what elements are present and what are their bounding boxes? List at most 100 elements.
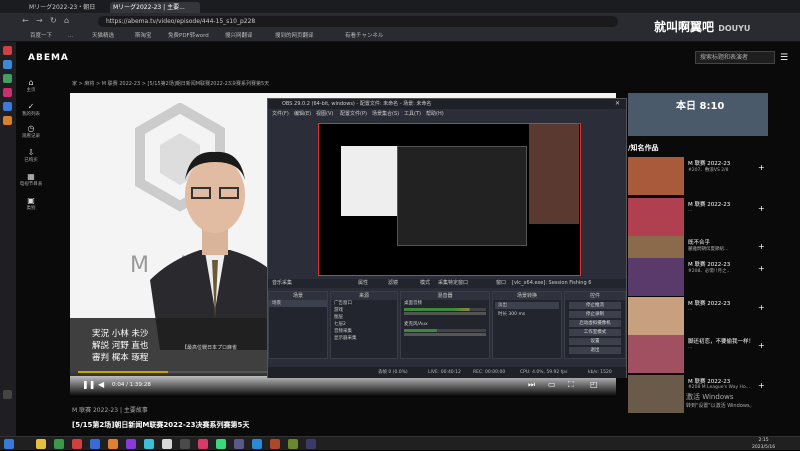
add-icon[interactable]: +: [758, 163, 765, 172]
list-item[interactable]: M 联赛 2022-23 #208、必需!!月之... +: [628, 258, 788, 296]
nav-history[interactable]: ◷ 观看记录: [16, 124, 46, 139]
taskbar-app-icon[interactable]: [162, 439, 172, 449]
obs-menu-item[interactable]: 编辑(E): [294, 109, 311, 119]
search-input[interactable]: 搜索标题和表演者: [695, 51, 775, 64]
list-item[interactable]: M 联赛 2022-23 #207、敷浪VS 2/8 +: [628, 157, 788, 195]
sidebar-red-icon[interactable]: [3, 46, 12, 55]
add-icon[interactable]: +: [758, 242, 765, 251]
home-browser-icon[interactable]: ⌂: [64, 16, 69, 25]
sidebar-pink-icon[interactable]: [3, 88, 12, 97]
obs-toolbar-item[interactable]: 滤镜: [388, 279, 398, 288]
transition-select[interactable]: 淡出: [495, 302, 559, 309]
nav-purchased[interactable]: ⇩ 已购买: [16, 148, 46, 163]
cast-icon[interactable]: ◰: [590, 380, 598, 389]
stop-record-button[interactable]: 停止录制: [569, 311, 621, 318]
taskbar-app-icon[interactable]: [90, 439, 100, 449]
bookmark-item[interactable]: 有看チャンネル: [345, 31, 383, 41]
obs-preview[interactable]: [318, 123, 581, 276]
taskbar-app-icon[interactable]: [180, 439, 190, 449]
taskbar-app-icon[interactable]: [36, 439, 46, 449]
nav-category[interactable]: ▣ 类别: [16, 196, 46, 211]
obs-toolbar-item[interactable]: [vlc_x64.exe]: Session Fishing 6: [512, 279, 591, 288]
taskbar-app-icon[interactable]: [54, 439, 64, 449]
obs-menu-item[interactable]: 文件(F): [272, 109, 289, 119]
taskbar-app-icon[interactable]: [198, 439, 208, 449]
stop-stream-button[interactable]: 停止推流: [569, 302, 621, 309]
bookmark-item[interactable]: 百度一下: [30, 31, 52, 41]
taskbar-app-icon[interactable]: [216, 439, 226, 449]
transition-duration[interactable]: 时长 300 ms: [495, 311, 559, 318]
taskbar-app-icon[interactable]: [126, 439, 136, 449]
close-icon[interactable]: ✕: [615, 100, 620, 107]
bookmark-item[interactable]: 搜兴网翻译: [225, 31, 253, 41]
sidebar-orange-icon[interactable]: [3, 116, 12, 125]
obs-menu-item[interactable]: 工具(T): [404, 109, 421, 119]
pause-icon[interactable]: ❚❚: [82, 380, 95, 389]
fullscreen-icon[interactable]: ⛶: [568, 380, 574, 390]
sidebar-green-icon[interactable]: [3, 74, 12, 83]
taskbar-app-icon[interactable]: [234, 439, 244, 449]
exit-button[interactable]: 退出: [569, 347, 621, 354]
tab-1[interactable]: Mリーグ2022-23・朝日...: [26, 2, 96, 13]
settings-button[interactable]: 设置: [569, 338, 621, 345]
obs-menu-item[interactable]: 场景集合(S): [372, 109, 399, 119]
theater-icon[interactable]: ▭: [548, 380, 556, 389]
taskbar-app-icon[interactable]: [72, 439, 82, 449]
obs-toolbar-item[interactable]: 采集特定窗口: [438, 279, 468, 288]
reload-icon[interactable]: ↻: [50, 16, 57, 25]
add-icon[interactable]: +: [758, 381, 765, 390]
obs-menu-item[interactable]: 视图(V): [316, 109, 333, 119]
breadcrumb[interactable]: 家 > 麻将 > M 联赛 2022-23 > [5/15第2场]朝日新闻M联赛…: [72, 80, 269, 87]
taskbar-app-icon[interactable]: [252, 439, 262, 449]
list-item[interactable]: M 联赛 2022-23... +: [628, 297, 788, 335]
episode-series[interactable]: M 联赛 2022-23 | 主要故事: [72, 405, 148, 414]
taskbar-app-icon[interactable]: [270, 439, 280, 449]
sidebar-bluesq-icon[interactable]: [3, 102, 12, 111]
obs-menu-item[interactable]: 帮助(H): [426, 109, 444, 119]
source-item[interactable]: 音频采集: [331, 328, 397, 335]
add-icon[interactable]: +: [758, 341, 765, 350]
taskbar-app-icon[interactable]: [144, 439, 154, 449]
add-icon[interactable]: +: [758, 204, 765, 213]
volume-slider[interactable]: [404, 333, 486, 336]
taskbar-app-icon[interactable]: [306, 439, 316, 449]
tab-2[interactable]: Mリーグ2022-23 | 主要...: [110, 2, 200, 13]
volume-slider[interactable]: [404, 312, 486, 315]
obs-toolbar-item[interactable]: 属性: [358, 279, 368, 288]
add-icon[interactable]: +: [758, 303, 765, 312]
back-icon[interactable]: ←: [22, 16, 29, 25]
source-item[interactable]: 游戏: [331, 307, 397, 314]
clock[interactable]: 2:15 2023/5/16: [752, 437, 775, 451]
bookmark-item[interactable]: 天猫精选: [92, 31, 114, 41]
virtual-camera-button[interactable]: 启动虚拟摄像机: [569, 320, 621, 327]
nav-home[interactable]: ⌂ 主页: [16, 78, 46, 93]
volume-icon[interactable]: ◀: [98, 380, 104, 389]
forward-icon[interactable]: →: [36, 16, 43, 25]
settings-icon[interactable]: [3, 390, 12, 399]
site-logo[interactable]: ABEMA: [28, 53, 69, 63]
bookmark-item[interactable]: 搜到的网页翻译: [275, 31, 314, 41]
next-icon[interactable]: ⏭: [528, 380, 535, 390]
nav-schedule[interactable]: ▦ 电视节目表: [16, 172, 46, 187]
url-field[interactable]: https://abema.tv/video/episode/444-15_s1…: [98, 16, 618, 27]
bookmark-item[interactable]: 免费PDF转word: [168, 31, 209, 41]
source-item[interactable]: 七层2: [331, 321, 397, 328]
add-icon[interactable]: +: [758, 264, 765, 273]
nav-mylist[interactable]: ✓ 我的列表: [16, 102, 46, 117]
bookmark-item[interactable]: ...: [68, 31, 73, 41]
obs-menu-item[interactable]: 配置文件(P): [340, 109, 367, 119]
source-item[interactable]: 图层: [331, 314, 397, 321]
source-item[interactable]: 显示器采集: [331, 335, 397, 342]
obs-window[interactable]: OBS 29.0.2 (64-bit, windows) - 配置文件: 未命名…: [267, 98, 627, 378]
menu-icon[interactable]: ☰: [780, 53, 788, 63]
banner-thumbnail[interactable]: 本日 8:10: [628, 93, 768, 136]
bookmark-item[interactable]: 斯淘宝: [135, 31, 152, 41]
start-icon[interactable]: [4, 439, 14, 449]
taskbar-app-icon[interactable]: [288, 439, 298, 449]
list-item[interactable]: 脚还初恋，不要偷我一样！... +: [628, 335, 788, 373]
list-item[interactable]: M 联赛 2022-23... +: [628, 198, 788, 236]
studio-mode-button[interactable]: 工作室模式: [569, 329, 621, 336]
sidebar-blue-icon[interactable]: [3, 60, 12, 69]
source-item[interactable]: 广告窗口: [331, 300, 397, 307]
taskbar-app-icon[interactable]: [108, 439, 118, 449]
